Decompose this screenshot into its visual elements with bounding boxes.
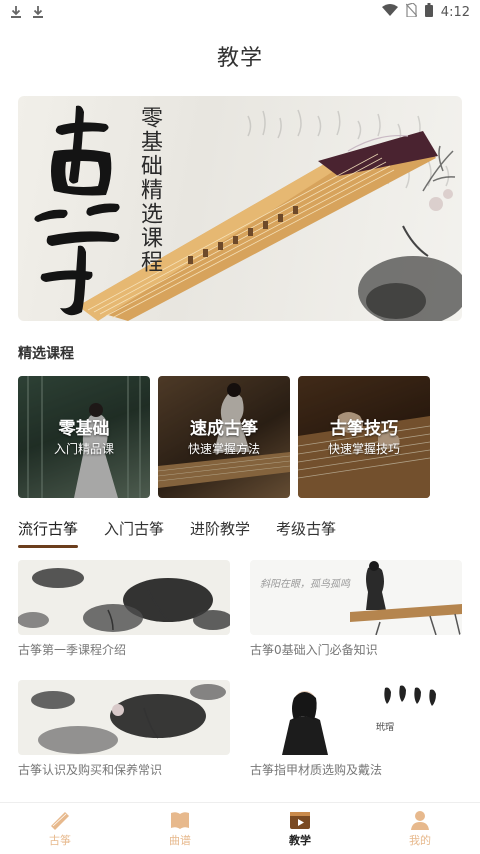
category-tabs: 流行古筝 入门古筝 进阶教学 考级古筝	[18, 518, 362, 548]
featured-card-skills[interactable]: 古筝技巧 快速掌握技巧	[298, 376, 430, 498]
featured-card-basics[interactable]: 零基础 入门精品课	[18, 376, 150, 498]
featured-cards: 零基础 入门精品课 速成古筝 快速掌握方法 古筝技巧 快速掌握技巧	[18, 376, 462, 498]
status-bar: 4:12	[0, 0, 480, 24]
user-icon	[409, 810, 431, 830]
nav-guzheng[interactable]: 古筝	[0, 803, 120, 854]
tab-grade-exam[interactable]: 考级古筝	[276, 518, 336, 548]
wifi-icon	[381, 4, 398, 20]
hero-banner[interactable]: 零基础精选课程	[18, 96, 462, 321]
nav-profile[interactable]: 我的	[360, 803, 480, 854]
card-subtitle: 入门精品课	[53, 442, 114, 456]
nav-label: 古筝	[49, 833, 71, 847]
video-item[interactable]: 古筝第一季课程介绍	[18, 560, 230, 658]
video-item[interactable]: 斜阳在眼，孤鸟孤鸣 古筝0基础入门必备知识	[250, 560, 462, 658]
status-time: 4:12	[440, 4, 470, 20]
video-title: 古筝指甲材质选购及戴法	[250, 763, 383, 777]
nav-label: 曲谱	[169, 833, 191, 847]
video-thumbnail: 玳瑁	[250, 680, 462, 755]
video-icon	[289, 810, 311, 830]
nav-label: 教学	[289, 833, 311, 847]
tab-pop-guzheng[interactable]: 流行古筝	[18, 518, 79, 548]
download-icon	[10, 5, 22, 19]
page-title: 教学	[216, 46, 263, 71]
video-title: 古筝0基础入门必备知识	[250, 643, 378, 657]
card-subtitle: 快速掌握技巧	[327, 442, 400, 456]
nav-label: 我的	[409, 833, 431, 847]
tab-intro-guzheng[interactable]: 入门古筝	[104, 518, 164, 548]
thumbnail-calligraphy: 斜阳在眼，孤鸟孤鸣	[260, 579, 350, 590]
video-title: 古筝认识及购买和保养常识	[18, 763, 163, 777]
video-thumbnail	[18, 560, 230, 635]
thumbnail-caption: 玳瑁	[376, 723, 395, 733]
video-title: 古筝第一季课程介绍	[18, 643, 127, 657]
banner-artwork	[34, 105, 462, 321]
nav-sheet-music[interactable]: 曲谱	[120, 803, 240, 854]
card-title: 零基础	[58, 419, 110, 439]
video-item[interactable]: 玳瑁 古筝指甲材质选购及戴法	[250, 680, 462, 778]
card-subtitle: 快速掌握方法	[187, 442, 260, 456]
banner-vertical-text: 零基础精选课程	[137, 106, 162, 274]
book-icon	[169, 810, 191, 830]
featured-card-fast[interactable]: 速成古筝 快速掌握方法	[158, 376, 290, 498]
download-icon	[32, 5, 44, 19]
nav-teaching[interactable]: 教学	[240, 803, 360, 854]
video-item[interactable]: 古筝认识及购买和保养常识	[18, 680, 230, 778]
tab-advanced[interactable]: 进阶教学	[190, 518, 250, 548]
video-thumbnail: 斜阳在眼，孤鸟孤鸣	[250, 560, 462, 635]
battery-icon	[424, 3, 433, 21]
featured-section-title: 精选课程	[18, 346, 74, 362]
card-title: 古筝技巧	[330, 419, 398, 439]
bottom-nav: 古筝 曲谱 教学 我的	[0, 802, 480, 854]
card-title: 速成古筝	[190, 419, 258, 439]
video-thumbnail	[18, 680, 230, 755]
no-sim-icon	[405, 2, 418, 21]
guzheng-icon	[49, 810, 71, 830]
